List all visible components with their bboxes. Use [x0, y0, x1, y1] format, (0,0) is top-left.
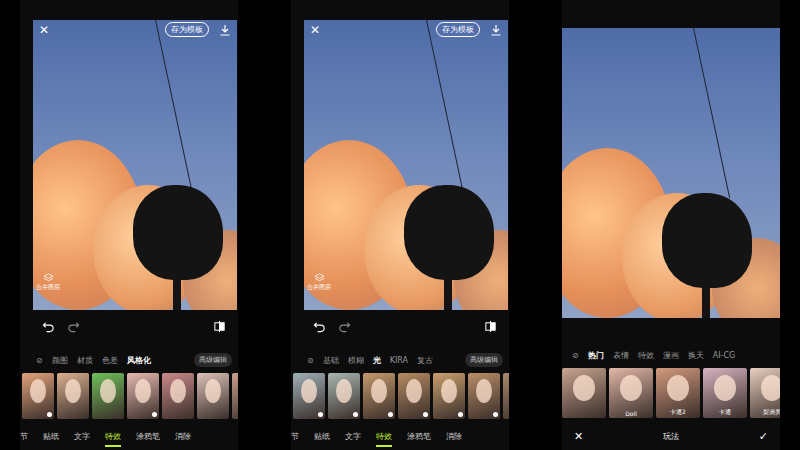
tool-tab[interactable]: 特效	[105, 429, 121, 447]
category-item[interactable]: 基础	[323, 355, 339, 366]
download-badge-icon	[423, 412, 428, 417]
close-button[interactable]: ✕	[310, 23, 320, 37]
compare-icon[interactable]	[213, 320, 226, 333]
category-item[interactable]: 换天	[688, 350, 704, 361]
layers-icon	[43, 273, 54, 282]
phone-screen: ✕ 存为模板合并图层 ⊘ 基础模糊光 KIRA 复古 高级编辑节贴纸文字特效涂鸦笔消除	[291, 0, 509, 450]
category-item[interactable]: AI-CG	[713, 351, 736, 360]
history-controls	[291, 310, 509, 337]
category-row: ⊘ 基础模糊光 KIRA 复古 高级编辑	[291, 351, 509, 369]
history-controls	[20, 310, 238, 337]
tool-tab[interactable]: 节	[20, 429, 28, 445]
tool-tabs: 节贴纸文字特效涂鸦笔消除	[291, 429, 509, 449]
effect-thumbnail[interactable]	[162, 373, 194, 419]
layers-icon	[314, 273, 325, 282]
tool-tab[interactable]: 消除	[446, 429, 462, 445]
download-badge-icon	[47, 412, 52, 417]
advanced-edit-button[interactable]: 高级编辑	[194, 353, 232, 367]
tool-tab[interactable]: 文字	[74, 429, 90, 445]
save-template-button[interactable]: 存为模板	[436, 22, 480, 37]
tool-tab[interactable]: 特效	[376, 429, 392, 447]
category-item[interactable]: ⊘	[36, 356, 43, 365]
tool-tabs: 节贴纸文字特效涂鸦笔消除	[20, 429, 238, 449]
category-row: ⊘ 颜图材质色差风格化 高级编辑	[20, 351, 238, 369]
tool-tab[interactable]: 消除	[175, 429, 191, 445]
redo-icon[interactable]	[67, 320, 80, 333]
phone-screen: ⊘ 热门表情特效漫画换天 AI-CG Doll卡通2卡通梨涡美 ✕ 玩法 ✓	[562, 0, 780, 450]
close-button[interactable]: ✕	[39, 23, 49, 37]
tool-tab[interactable]: 文字	[345, 429, 361, 445]
effect-thumbnail[interactable]	[363, 373, 395, 419]
undo-icon[interactable]	[42, 320, 55, 333]
effect-thumbnail[interactable]	[468, 373, 500, 419]
category-item[interactable]: 特效	[638, 350, 654, 361]
merge-layers-button[interactable]: 合并图层	[36, 273, 60, 292]
tool-tab[interactable]: 节	[291, 429, 299, 445]
effect-thumbnail[interactable]	[293, 373, 325, 419]
tool-tab[interactable]: 贴纸	[314, 429, 330, 445]
effect-thumbnail[interactable]	[127, 373, 159, 419]
category-row: ⊘ 热门表情特效漫画换天 AI-CG	[562, 346, 780, 364]
bottom-bar: ✕ 玩法 ✓	[562, 426, 780, 446]
tool-tab[interactable]: 贴纸	[43, 429, 59, 445]
effect-thumbnail[interactable]	[232, 373, 238, 419]
screenshot: ✕存为模板合并图层⊘颜图材质色差风格化高级编辑节贴纸文字特效涂鸦笔消除✕存为模板…	[0, 0, 800, 450]
download-badge-icon	[493, 412, 498, 417]
undo-icon[interactable]	[313, 320, 326, 333]
download-badge-icon	[388, 412, 393, 417]
effect-thumbnail[interactable]	[57, 373, 89, 419]
effect-list	[20, 373, 238, 419]
effect-thumbnail[interactable]	[92, 373, 124, 419]
effect-thumbnail[interactable]: 卡通2	[656, 368, 700, 418]
effect-thumbnail[interactable]: 梨涡美	[750, 368, 780, 418]
panel-title: 玩法	[663, 431, 679, 442]
category-item[interactable]: 颜图	[52, 355, 68, 366]
phone-screen: ✕ 存为模板合并图层 ⊘ 颜图材质色差风格化 高级编辑节贴纸文字特效涂鸦笔消除	[20, 0, 238, 450]
merge-layers-button[interactable]: 合并图层	[307, 273, 331, 292]
redo-icon[interactable]	[338, 320, 351, 333]
category-item[interactable]: 复古	[417, 355, 433, 366]
photo-canvas	[562, 28, 780, 318]
photo-canvas: ✕ 存为模板合并图层	[304, 20, 508, 310]
effect-thumbnail[interactable]	[433, 373, 465, 419]
category-item[interactable]: ⊘	[307, 356, 314, 365]
effect-thumbnail[interactable]	[503, 373, 509, 419]
download-icon[interactable]	[490, 24, 502, 36]
save-template-button[interactable]: 存为模板	[165, 22, 209, 37]
category-item[interactable]: 表情	[613, 350, 629, 361]
tool-tab[interactable]: 涂鸦笔	[407, 429, 431, 445]
effect-thumbnail[interactable]	[22, 373, 54, 419]
effect-thumbnail[interactable]: 卡通	[703, 368, 747, 418]
category-item[interactable]: 模糊	[348, 355, 364, 366]
download-badge-icon	[318, 412, 323, 417]
category-item[interactable]: 漫画	[663, 350, 679, 361]
category-item[interactable]: 材质	[77, 355, 93, 366]
download-badge-icon	[152, 412, 157, 417]
category-item[interactable]: 热门	[588, 350, 604, 361]
download-badge-icon	[458, 412, 463, 417]
compare-icon[interactable]	[484, 320, 497, 333]
effect-thumbnail[interactable]	[562, 368, 606, 418]
advanced-edit-button[interactable]: 高级编辑	[465, 353, 503, 367]
effect-list: Doll卡通2卡通梨涡美	[562, 368, 780, 418]
download-badge-icon	[353, 412, 358, 417]
effect-thumbnail[interactable]	[328, 373, 360, 419]
confirm-button[interactable]: ✓	[759, 430, 768, 443]
download-icon[interactable]	[219, 24, 231, 36]
category-item[interactable]: KIRA	[390, 356, 408, 365]
effect-thumbnail[interactable]	[197, 373, 229, 419]
category-item[interactable]: 色差	[102, 355, 118, 366]
category-item[interactable]: 光	[373, 355, 381, 366]
tool-tab[interactable]: 涂鸦笔	[136, 429, 160, 445]
cancel-button[interactable]: ✕	[574, 430, 583, 443]
effect-thumbnail[interactable]: Doll	[609, 368, 653, 418]
top-bar: ✕ 存为模板	[304, 20, 508, 39]
top-bar: ✕ 存为模板	[33, 20, 237, 39]
photo-canvas: ✕ 存为模板合并图层	[33, 20, 237, 310]
category-item[interactable]: 风格化	[127, 355, 151, 366]
effect-list	[291, 373, 509, 419]
effect-thumbnail[interactable]	[398, 373, 430, 419]
category-item[interactable]: ⊘	[572, 351, 579, 360]
